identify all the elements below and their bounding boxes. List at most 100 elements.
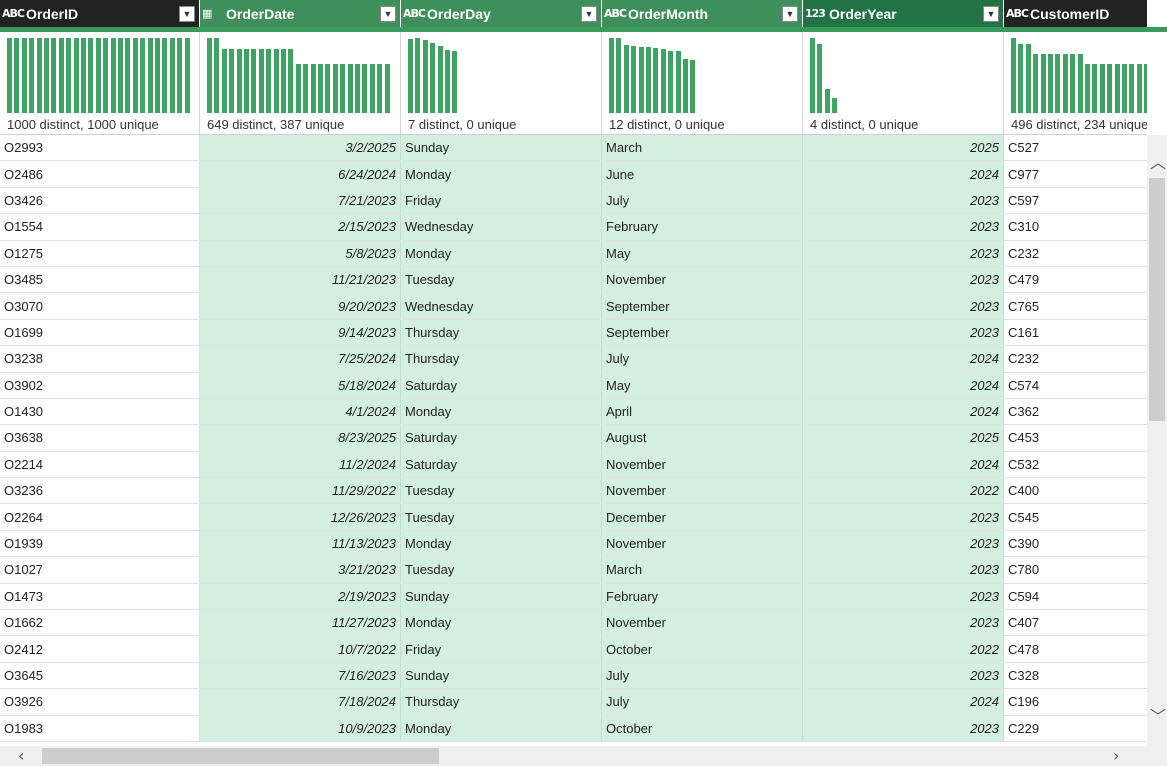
table-row[interactable]: O1554 2/15/2023 Wednesday February 2023 C310 [0,214,1147,241]
filter-dropdown-icon[interactable]: ▼ [581,5,597,22]
cell-orderday[interactable]: Wednesday [401,214,602,240]
histogram-bar[interactable] [244,49,249,113]
histogram-bar[interactable] [340,64,346,113]
cell-orderid[interactable]: O3238 [0,346,200,372]
table-row[interactable]: O1473 2/19/2023 Sunday February 2023 C594 [0,583,1147,611]
table-row[interactable]: O1275 5/8/2023 Monday May 2023 C232 [0,240,1147,267]
histogram-bar[interactable] [1092,63,1098,113]
vertical-scrollbar[interactable]: ︿ ﹀ [1147,135,1167,746]
cell-orderdate[interactable]: 9/20/2023 [200,293,401,319]
cell-orderdate[interactable]: 7/25/2024 [200,346,401,372]
histogram-bar[interactable] [273,49,279,113]
cell-customerid[interactable]: C765 [1004,293,1147,318]
cell-orderid[interactable]: O1027 [0,557,200,583]
cell-orderdate[interactable]: 2/15/2023 [200,214,401,240]
histogram-bar[interactable] [1040,53,1046,113]
histogram-bar[interactable] [668,50,674,113]
distribution-histogram[interactable] [408,38,593,113]
cell-orderday[interactable]: Tuesday [401,266,602,293]
cell-ordermonth[interactable]: July [602,346,803,372]
histogram-bar[interactable] [229,49,235,113]
histogram-bar[interactable] [103,38,109,113]
histogram-bar[interactable] [1144,63,1147,113]
cell-customerid[interactable]: C977 [1004,161,1147,186]
scroll-down-icon[interactable]: ﹀ [1150,703,1166,727]
histogram-bar[interactable] [318,64,323,113]
cell-customerid[interactable]: C362 [1004,399,1147,424]
histogram-bar[interactable] [638,47,644,113]
cell-customerid[interactable]: C453 [1004,425,1147,450]
column-header-orderid[interactable]: ABC OrderID ▼ [0,0,200,27]
histogram-bar[interactable] [1018,44,1024,113]
cell-ordermonth[interactable]: November [602,530,803,557]
table-row[interactable]: O2993 3/2/2025 Sunday March 2025 C527 [0,135,1147,162]
cell-orderdate[interactable]: 2/19/2023 [200,583,401,610]
cell-orderyear[interactable]: 2024 [803,689,1004,715]
distribution-histogram[interactable] [609,38,794,113]
cell-orderday[interactable]: Monday [401,398,602,425]
cell-customerid[interactable]: C310 [1004,214,1147,239]
cell-orderday[interactable]: Friday [401,187,602,214]
cell-orderyear[interactable]: 2024 [803,161,1004,187]
histogram-bar[interactable] [1048,53,1053,113]
histogram-bar[interactable] [1136,63,1142,113]
table-row[interactable]: O1699 9/14/2023 Thursday September 2023 C161 [0,319,1147,347]
histogram-bar[interactable] [266,49,272,113]
distribution-histogram[interactable] [1011,38,1147,113]
cell-orderid[interactable]: O2412 [0,636,200,662]
cell-orderyear[interactable]: 2023 [803,715,1004,741]
cell-ordermonth[interactable]: February [602,214,803,240]
cell-orderdate[interactable]: 7/16/2023 [200,662,401,689]
cell-ordermonth[interactable]: July [602,662,803,689]
cell-customerid[interactable]: C545 [1004,504,1147,529]
histogram-bar[interactable] [631,45,637,113]
histogram-bar[interactable] [437,46,443,113]
cell-customerid[interactable]: C232 [1004,346,1147,371]
cell-customerid[interactable]: C407 [1004,610,1147,635]
cell-orderyear[interactable]: 2023 [803,240,1004,266]
column-header-customerid[interactable]: ABCCustomerID▼ [1004,0,1147,27]
cell-customerid[interactable]: C780 [1004,557,1147,582]
table-row[interactable]: O3902 5/18/2024 Saturday May 2024 C574 [0,372,1147,399]
cell-orderyear[interactable]: 2024 [803,346,1004,372]
histogram-bar[interactable] [7,38,12,113]
cell-orderdate[interactable]: 3/21/2023 [200,557,401,583]
cell-orderday[interactable]: Thursday [401,346,602,372]
table-row[interactable]: O3645 7/16/2023 Sunday July 2023 C328 [0,662,1147,690]
histogram-bar[interactable] [88,38,94,113]
cell-orderid[interactable]: O1662 [0,610,200,636]
histogram-bar[interactable] [347,64,353,113]
cell-customerid[interactable]: C478 [1004,636,1147,661]
cell-ordermonth[interactable]: March [602,135,803,161]
cell-orderday[interactable]: Tuesday [401,478,602,504]
cell-orderdate[interactable]: 11/21/2023 [200,266,401,293]
cell-orderdate[interactable]: 6/24/2024 [200,161,401,187]
cell-orderday[interactable]: Saturday [401,451,602,478]
cell-orderyear[interactable]: 2023 [803,530,1004,557]
cell-ordermonth[interactable]: February [602,583,803,610]
cell-orderyear[interactable]: 2023 [803,214,1004,240]
histogram-bar[interactable] [21,38,27,113]
histogram-bar[interactable] [355,64,360,113]
cell-customerid[interactable]: C232 [1004,241,1147,266]
table-row[interactable]: O2264 12/26/2023 Tuesday December 2023 C545 [0,504,1147,531]
histogram-bar[interactable] [1077,53,1083,113]
histogram-bar[interactable] [295,64,301,113]
cell-ordermonth[interactable]: June [602,161,803,187]
date-type-icon[interactable]: ▦ [202,7,226,20]
text-type-icon[interactable]: ABC [1006,7,1030,20]
cell-ordermonth[interactable]: April [602,398,803,425]
scroll-left-icon[interactable]: ‹ [18,746,24,765]
cell-orderday[interactable]: Monday [401,610,602,636]
cell-orderday[interactable]: Wednesday [401,293,602,319]
cell-orderday[interactable]: Tuesday [401,504,602,530]
filter-dropdown-icon[interactable]: ▼ [782,5,798,22]
histogram-bar[interactable] [118,38,123,113]
cell-customerid[interactable]: C597 [1004,188,1147,213]
histogram-bar[interactable] [221,49,227,113]
cell-orderday[interactable]: Sunday [401,662,602,689]
cell-orderid[interactable]: O2264 [0,504,200,530]
cell-orderdate[interactable]: 5/8/2023 [200,240,401,266]
table-row[interactable]: O3070 9/20/2023 Wednesday September 2023 C765 [0,293,1147,320]
cell-orderdate[interactable]: 8/23/2025 [200,425,401,451]
